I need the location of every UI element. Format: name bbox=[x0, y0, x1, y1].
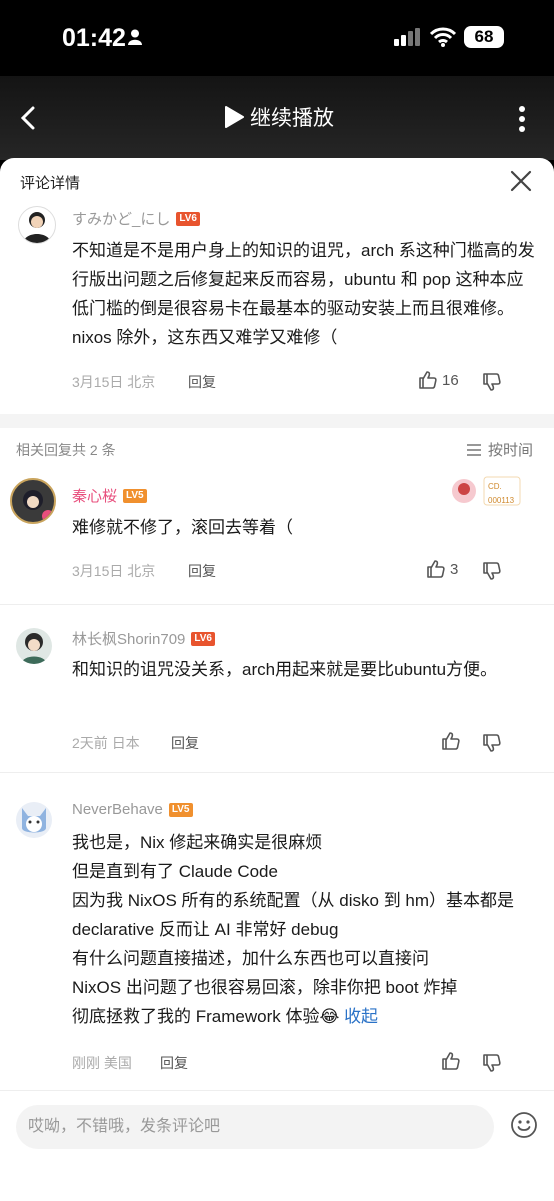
menu-lines-icon bbox=[467, 443, 481, 456]
battery-indicator: 68 bbox=[464, 26, 504, 48]
avatar[interactable] bbox=[18, 206, 56, 244]
reply-username[interactable]: 林长枫Shorin709 LV6 bbox=[72, 628, 215, 649]
sheet-title: 评论详情 bbox=[20, 175, 81, 192]
avatar-image bbox=[22, 808, 46, 833]
thumbs-up-icon[interactable] bbox=[441, 1051, 461, 1071]
reply-line: 因为我 NixOS 所有的系统配置（从 disko 到 hm）基本都是 decl… bbox=[72, 891, 515, 939]
level-badge: LV6 bbox=[176, 211, 200, 226]
more-vertical-icon[interactable] bbox=[518, 106, 526, 132]
comment-input[interactable] bbox=[16, 1105, 494, 1149]
avatar-image bbox=[23, 212, 51, 243]
comment-input-bar bbox=[0, 1090, 554, 1201]
thumbs-down-icon[interactable] bbox=[482, 1053, 502, 1073]
divider bbox=[0, 772, 554, 773]
level-badge: LV5 bbox=[168, 802, 193, 817]
section-separator bbox=[0, 414, 554, 428]
comment-username[interactable]: すみかど_にし LV6 bbox=[72, 208, 200, 229]
collapse-link[interactable]: 收起 bbox=[344, 1007, 378, 1026]
sort-by-time-button[interactable]: 按时间 bbox=[466, 439, 533, 460]
reply-line: 我也是，Nix 修起来确实是很麻烦 bbox=[72, 833, 323, 852]
comment-text: 不知道是不是用户身上的知识的诅咒，arch 系这种门槛高的发行版出问题之后修复起… bbox=[72, 241, 535, 347]
level-badge: LV6 bbox=[191, 631, 215, 646]
fan-badge-number: 000113 bbox=[488, 496, 515, 505]
reply-meta: 3月15日 北京 bbox=[72, 561, 155, 581]
continue-play-button[interactable]: 继续播放 bbox=[224, 102, 334, 132]
status-bar: 01:42 68 bbox=[0, 0, 554, 76]
avatar[interactable] bbox=[10, 478, 56, 524]
username-text: NeverBehave bbox=[72, 801, 163, 818]
sort-label: 按时间 bbox=[488, 442, 534, 459]
reply-line: 有什么问题直接描述，加什么东西也可以直接问 bbox=[72, 949, 429, 968]
like-count: 16 bbox=[442, 371, 459, 389]
reply-location: 北京 bbox=[127, 563, 156, 579]
thumbs-down-icon[interactable] bbox=[482, 372, 502, 392]
close-icon[interactable] bbox=[510, 170, 532, 192]
divider bbox=[0, 604, 554, 605]
username-text: 林长枫Shorin709 bbox=[72, 631, 186, 648]
cellular-signal-icon bbox=[394, 28, 420, 46]
reply-meta: 2天前 日本 bbox=[72, 733, 140, 753]
reply-date: 刚刚 bbox=[72, 1055, 100, 1071]
person-icon bbox=[128, 29, 142, 45]
reply-button[interactable]: 回复 bbox=[160, 1053, 188, 1073]
thumbs-up-icon bbox=[427, 560, 445, 578]
reply-location: 日本 bbox=[111, 735, 140, 751]
like-button[interactable]: 3 bbox=[426, 559, 458, 579]
reply-line: 彻底拯救了我的 Framework 体验😂 bbox=[72, 1007, 340, 1026]
thumbs-down-icon[interactable] bbox=[482, 561, 502, 581]
reply-button[interactable]: 回复 bbox=[171, 733, 199, 753]
reply-meta: 刚刚 美国 bbox=[72, 1053, 132, 1073]
thumbs-up-icon[interactable] bbox=[441, 731, 461, 751]
reply-line-last: 彻底拯救了我的 Framework 体验😂 收起 bbox=[72, 1002, 540, 1031]
reply-button[interactable]: 回复 bbox=[188, 561, 216, 581]
play-icon bbox=[225, 106, 244, 128]
avatar-image bbox=[23, 490, 54, 522]
back-arrow-icon[interactable] bbox=[20, 106, 36, 130]
comment-date: 3月15日 bbox=[72, 374, 124, 390]
video-nav-bar: 继续播放 bbox=[0, 76, 554, 160]
status-time: 01:42 bbox=[62, 24, 126, 52]
reply-username[interactable]: NeverBehave LV5 bbox=[72, 801, 193, 818]
username-text: 秦心桜 bbox=[72, 488, 118, 505]
comment-detail-sheet: 评论详情 すみかど_にし LV6 不知道是不是用户身上的知识的诅咒，arch 系… bbox=[0, 158, 554, 1200]
comment-meta: 3月15日 北京 bbox=[72, 372, 155, 392]
username-text: すみかど_にし bbox=[72, 211, 171, 228]
thumbs-down-icon[interactable] bbox=[482, 733, 502, 753]
reply-date: 2天前 bbox=[72, 735, 108, 751]
reply-username[interactable]: 秦心桜 LV5 bbox=[72, 485, 147, 506]
thumbs-up-icon bbox=[419, 371, 437, 389]
reply-text: 我也是，Nix 修起来确实是很麻烦 但是直到有了 Claude Code 因为我… bbox=[72, 828, 540, 1031]
related-replies-count: 相关回复共 2 条 bbox=[16, 442, 116, 458]
continue-play-label: 继续播放 bbox=[250, 107, 334, 130]
reply-line: 但是直到有了 Claude Code bbox=[72, 862, 278, 881]
avatar[interactable] bbox=[16, 802, 52, 838]
reply-text: 难修就不修了，滚回去等着（ bbox=[72, 518, 293, 537]
reply-line: NixOS 出问题了也很容易回滚，除非你把 boot 炸掉 bbox=[72, 978, 458, 997]
comment-location: 北京 bbox=[127, 374, 156, 390]
level-badge: LV5 bbox=[123, 488, 147, 503]
emoji-icon[interactable] bbox=[510, 1111, 538, 1139]
avatar[interactable] bbox=[16, 628, 52, 664]
like-count: 3 bbox=[450, 560, 459, 578]
avatar-image bbox=[21, 633, 47, 664]
like-button[interactable]: 16 bbox=[418, 370, 459, 390]
reply-location: 美国 bbox=[103, 1055, 132, 1071]
reply-button[interactable]: 回复 bbox=[188, 372, 216, 392]
reply-text: 和知识的诅咒没关系，arch用起来就是要比ubuntu方便。 bbox=[72, 660, 498, 679]
wifi-icon bbox=[430, 27, 456, 47]
fan-badge-label: CD. bbox=[488, 482, 502, 491]
reply-date: 3月15日 bbox=[72, 563, 124, 579]
